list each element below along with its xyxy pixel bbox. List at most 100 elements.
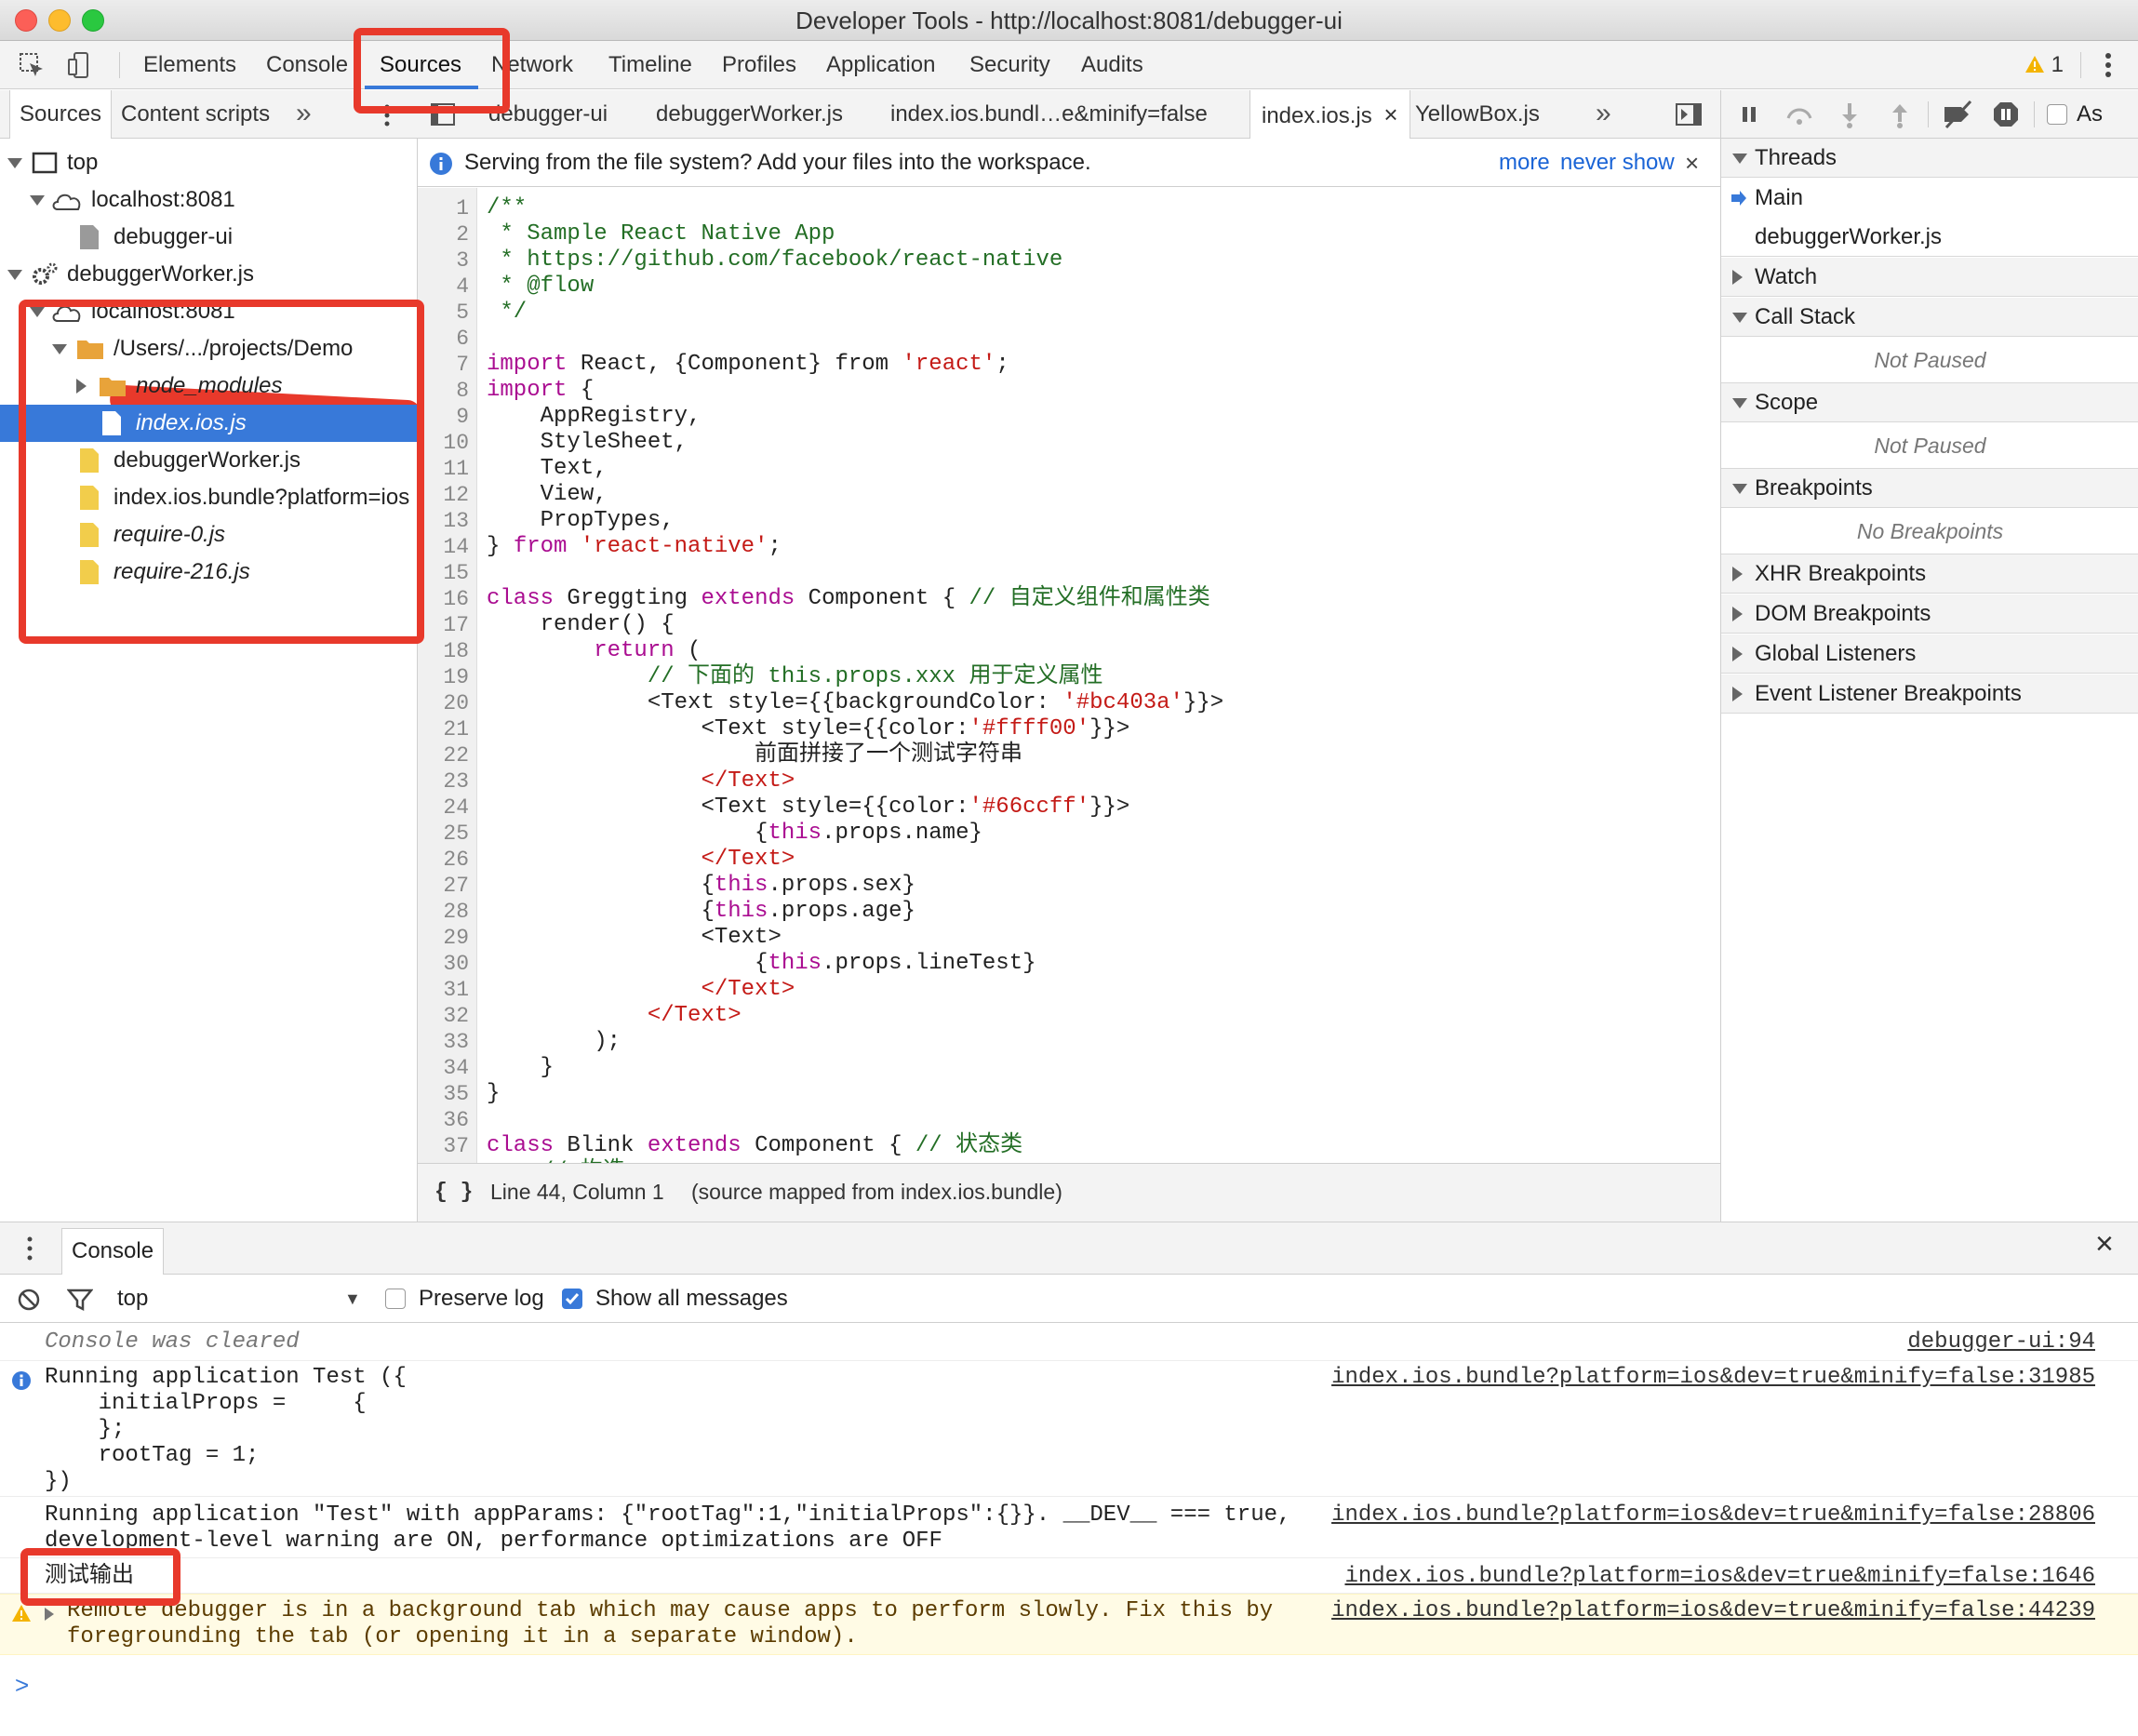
line-number[interactable]: 23 bbox=[418, 768, 469, 795]
inspect-element-icon[interactable] bbox=[17, 50, 47, 80]
line-number[interactable]: 30 bbox=[418, 951, 469, 977]
line-number[interactable]: 19 bbox=[418, 664, 469, 690]
line-number[interactable]: 37 bbox=[418, 1133, 469, 1159]
line-number[interactable]: 7 bbox=[418, 352, 469, 378]
line-number[interactable]: 4 bbox=[418, 274, 469, 300]
line-number[interactable]: 9 bbox=[418, 404, 469, 430]
line-number[interactable]: 10 bbox=[418, 430, 469, 456]
preserve-log-checkbox[interactable] bbox=[385, 1289, 406, 1309]
line-number[interactable]: 13 bbox=[418, 508, 469, 534]
async-checkbox[interactable] bbox=[2047, 104, 2067, 125]
tab-timeline[interactable]: Timeline bbox=[608, 41, 692, 89]
message-source-link[interactable]: index.ios.bundle?platform=ios&dev=true&m… bbox=[1331, 1365, 2095, 1391]
message-source-link[interactable]: index.ios.bundle?platform=ios&dev=true&m… bbox=[1344, 1564, 2095, 1590]
message-source-link[interactable]: index.ios.bundle?platform=ios&dev=true&m… bbox=[1331, 1502, 2095, 1529]
show-all-messages-checkbox[interactable] bbox=[562, 1289, 582, 1309]
line-number[interactable]: 25 bbox=[418, 821, 469, 847]
line-number[interactable]: 6 bbox=[418, 326, 469, 352]
line-number[interactable]: 34 bbox=[418, 1055, 469, 1081]
pause-on-exceptions-icon[interactable] bbox=[1991, 100, 2021, 129]
navigator-tab-content-scripts[interactable]: Content scripts bbox=[121, 90, 270, 139]
step-over-icon[interactable] bbox=[1784, 100, 1814, 129]
tab-elements[interactable]: Elements bbox=[143, 41, 236, 89]
drawer-menu-icon[interactable] bbox=[24, 1235, 35, 1262]
code-area[interactable]: /** * Sample React Native App * https://… bbox=[487, 188, 1715, 1163]
console-prompt[interactable]: > bbox=[15, 1662, 2118, 1708]
close-tab-icon[interactable]: × bbox=[1383, 100, 1397, 128]
tab-security[interactable]: Security bbox=[969, 41, 1050, 89]
thread-item-main[interactable]: Main bbox=[1721, 179, 2138, 218]
line-number[interactable]: 33 bbox=[418, 1029, 469, 1055]
minimize-window-button[interactable] bbox=[48, 9, 71, 32]
thread-item-worker[interactable]: debuggerWorker.js bbox=[1721, 218, 2138, 257]
step-out-icon[interactable] bbox=[1885, 100, 1915, 129]
line-number[interactable]: 21 bbox=[418, 716, 469, 742]
step-into-icon[interactable] bbox=[1835, 100, 1864, 129]
line-number[interactable]: 18 bbox=[418, 638, 469, 664]
tree-item-debugger-ui[interactable]: debugger-ui bbox=[0, 219, 418, 256]
context-selector[interactable]: top bbox=[117, 1275, 148, 1323]
tree-item-localhost[interactable]: localhost:8081 bbox=[0, 181, 418, 219]
watch-section-header[interactable]: Watch bbox=[1721, 258, 2138, 297]
line-number[interactable]: 15 bbox=[418, 560, 469, 586]
expand-message-icon[interactable] bbox=[45, 1608, 54, 1621]
global-listeners-section-header[interactable]: Global Listeners bbox=[1721, 634, 2138, 674]
toggle-debugger-sidebar-icon[interactable] bbox=[1676, 103, 1702, 126]
device-mode-icon[interactable] bbox=[65, 50, 95, 80]
message-source-link[interactable]: debugger-ui:94 bbox=[1907, 1329, 2095, 1355]
xhr-breakpoints-section-header[interactable]: XHR Breakpoints bbox=[1721, 554, 2138, 594]
zoom-window-button[interactable] bbox=[82, 9, 104, 32]
threads-section-header[interactable]: Threads bbox=[1721, 139, 2138, 178]
line-number[interactable]: 28 bbox=[418, 899, 469, 925]
tab-application[interactable]: Application bbox=[826, 41, 935, 89]
tree-item-top[interactable]: top bbox=[0, 144, 418, 181]
dropdown-arrow-icon[interactable]: ▼ bbox=[344, 1275, 361, 1323]
line-number[interactable]: 12 bbox=[418, 482, 469, 508]
clear-console-icon[interactable] bbox=[17, 1288, 41, 1312]
tab-console[interactable]: Console bbox=[266, 41, 348, 89]
pause-icon[interactable] bbox=[1734, 100, 1764, 129]
infobar-more-link[interactable]: more bbox=[1499, 139, 1550, 187]
tab-audits[interactable]: Audits bbox=[1081, 41, 1143, 89]
line-number[interactable]: 27 bbox=[418, 873, 469, 899]
drawer-tab-console[interactable]: Console bbox=[61, 1228, 165, 1275]
dom-breakpoints-section-header[interactable]: DOM Breakpoints bbox=[1721, 594, 2138, 634]
line-number[interactable]: 17 bbox=[418, 612, 469, 638]
file-tab-bundle[interactable]: index.ios.bundl…e&minify=false bbox=[890, 90, 1208, 139]
close-window-button[interactable] bbox=[15, 9, 37, 32]
line-number[interactable]: 29 bbox=[418, 925, 469, 951]
line-number[interactable]: 16 bbox=[418, 586, 469, 612]
line-number[interactable]: 3 bbox=[418, 247, 469, 274]
line-number[interactable]: 36 bbox=[418, 1107, 469, 1133]
line-number[interactable]: 1 bbox=[418, 195, 469, 221]
tree-item-debugger-worker[interactable]: debuggerWorker.js bbox=[0, 256, 418, 293]
line-number[interactable]: 5 bbox=[418, 300, 469, 326]
file-tab-index-ios-js[interactable]: index.ios.js × bbox=[1249, 90, 1410, 140]
line-number[interactable]: 24 bbox=[418, 795, 469, 821]
scope-section-header[interactable]: Scope bbox=[1721, 383, 2138, 422]
more-tabs-icon[interactable]: » bbox=[296, 90, 312, 137]
line-number[interactable]: 11 bbox=[418, 456, 469, 482]
infobar-never-show-link[interactable]: never show bbox=[1560, 139, 1675, 187]
customize-menu-icon[interactable] bbox=[2099, 48, 2118, 82]
file-tab-debugger-worker[interactable]: debuggerWorker.js bbox=[656, 90, 843, 139]
line-number[interactable]: 26 bbox=[418, 847, 469, 873]
file-tab-yellowbox[interactable]: YellowBox.js bbox=[1415, 90, 1540, 139]
tab-profiles[interactable]: Profiles bbox=[722, 41, 796, 89]
pretty-print-button[interactable]: { } bbox=[434, 1164, 473, 1220]
line-number[interactable]: 20 bbox=[418, 690, 469, 716]
close-infobar-icon[interactable]: × bbox=[1685, 139, 1699, 187]
call-stack-section-header[interactable]: Call Stack bbox=[1721, 298, 2138, 337]
close-drawer-icon[interactable]: × bbox=[2095, 1226, 2114, 1262]
more-file-tabs-icon[interactable]: » bbox=[1596, 90, 1611, 137]
event-listener-breakpoints-section-header[interactable]: Event Listener Breakpoints bbox=[1721, 674, 2138, 714]
breakpoints-section-header[interactable]: Breakpoints bbox=[1721, 469, 2138, 508]
filter-icon[interactable] bbox=[67, 1288, 93, 1312]
line-number[interactable]: 14 bbox=[418, 534, 469, 560]
line-number[interactable]: 32 bbox=[418, 1003, 469, 1029]
line-number[interactable]: 8 bbox=[418, 378, 469, 404]
deactivate-breakpoints-icon[interactable] bbox=[1941, 100, 1976, 129]
line-number[interactable]: 31 bbox=[418, 977, 469, 1003]
line-number[interactable]: 2 bbox=[418, 221, 469, 247]
line-number[interactable]: 35 bbox=[418, 1081, 469, 1107]
